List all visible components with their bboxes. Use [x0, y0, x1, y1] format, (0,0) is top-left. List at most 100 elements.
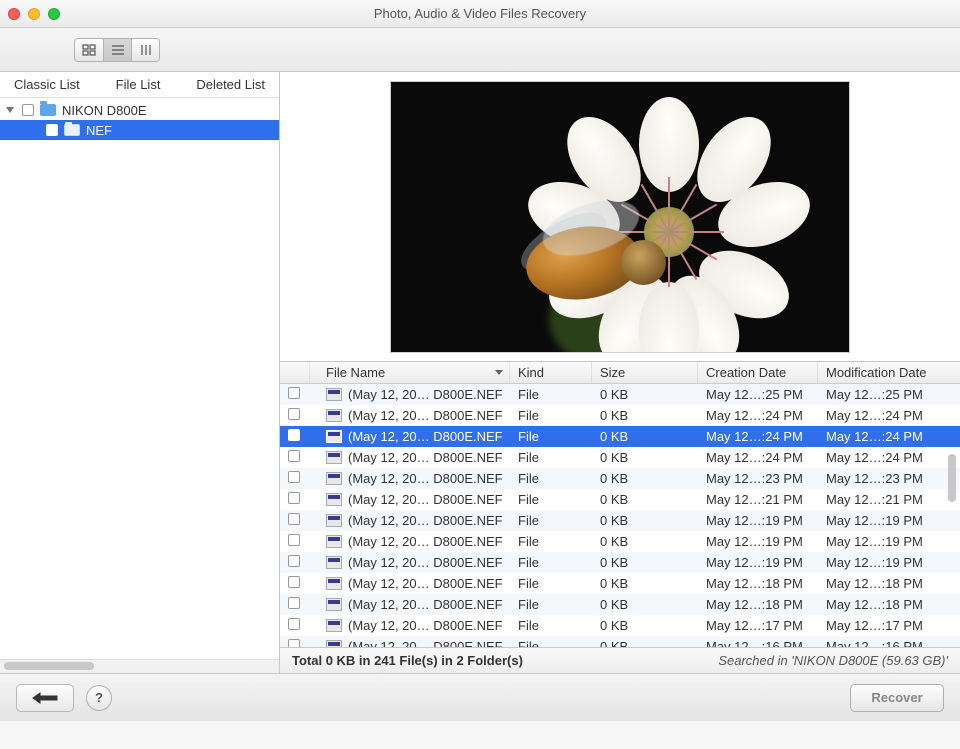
file-thumbnail-icon — [326, 640, 342, 647]
file-creation-date: May 12…:18 PM — [698, 597, 818, 612]
file-kind: File — [510, 597, 592, 612]
col-size[interactable]: Size — [592, 362, 698, 383]
file-creation-date: May 12…:19 PM — [698, 555, 818, 570]
table-row[interactable]: (May 12, 20… D800E.NEFFile0 KBMay 12…:18… — [280, 594, 960, 615]
file-kind: File — [510, 492, 592, 507]
row-checkbox[interactable] — [288, 618, 300, 630]
file-thumbnail-icon — [326, 514, 342, 527]
view-mode-group — [74, 38, 160, 62]
file-thumbnail-icon — [326, 388, 342, 401]
file-modification-date: May 12…:23 PM — [818, 471, 938, 486]
row-checkbox[interactable] — [288, 597, 300, 609]
tree-checkbox[interactable] — [22, 104, 34, 116]
row-checkbox[interactable] — [288, 576, 300, 588]
file-size: 0 KB — [592, 534, 698, 549]
main-area: Classic List File List Deleted List NIKO… — [0, 72, 960, 673]
file-modification-date: May 12…:17 PM — [818, 618, 938, 633]
help-button[interactable]: ? — [86, 685, 112, 711]
row-checkbox[interactable] — [288, 408, 300, 420]
file-creation-date: May 12…:24 PM — [698, 408, 818, 423]
row-checkbox[interactable] — [288, 471, 300, 483]
content-area: File Name Kind Size Creation Date Modifi… — [280, 72, 960, 673]
file-modification-date: May 12…:24 PM — [818, 408, 938, 423]
tree-label: NIKON D800E — [62, 103, 147, 118]
file-name: (May 12, 20… D800E.NEF — [348, 387, 503, 402]
file-creation-date: May 12…:25 PM — [698, 387, 818, 402]
file-kind: File — [510, 513, 592, 528]
tab-deleted-list[interactable]: Deleted List — [196, 77, 265, 92]
status-summary: Total 0 KB in 241 File(s) in 2 Folder(s) — [292, 653, 523, 668]
table-row[interactable]: (May 12, 20… D800E.NEFFile0 KBMay 12…:23… — [280, 468, 960, 489]
col-modification-date[interactable]: Modification Date — [818, 362, 938, 383]
file-name: (May 12, 20… D800E.NEF — [348, 429, 503, 444]
row-checkbox[interactable] — [288, 639, 300, 647]
file-size: 0 KB — [592, 576, 698, 591]
file-size: 0 KB — [592, 639, 698, 647]
view-columns-button[interactable] — [131, 39, 159, 61]
file-modification-date: May 12…:18 PM — [818, 576, 938, 591]
table-row[interactable]: (May 12, 20… D800E.NEFFile0 KBMay 12…:19… — [280, 531, 960, 552]
tree-row-nef[interactable]: NEF — [0, 120, 279, 140]
table-row[interactable]: (May 12, 20… D800E.NEFFile0 KBMay 12…:24… — [280, 447, 960, 468]
file-name: (May 12, 20… D800E.NEF — [348, 639, 503, 647]
zoom-icon[interactable] — [48, 8, 60, 20]
file-thumbnail-icon — [326, 409, 342, 422]
file-name: (May 12, 20… D800E.NEF — [348, 408, 503, 423]
table-row[interactable]: (May 12, 20… D800E.NEFFile0 KBMay 12…:19… — [280, 510, 960, 531]
row-checkbox[interactable] — [288, 513, 300, 525]
file-thumbnail-icon — [326, 619, 342, 632]
file-kind: File — [510, 471, 592, 486]
tree-checkbox[interactable] — [46, 124, 58, 136]
status-searched: Searched in 'NIKON D800E (59.63 GB)' — [718, 653, 948, 668]
minimize-icon[interactable] — [28, 8, 40, 20]
file-thumbnail-icon — [326, 430, 342, 443]
file-name: (May 12, 20… D800E.NEF — [348, 513, 503, 528]
table-row[interactable]: (May 12, 20… D800E.NEFFile0 KBMay 12…:16… — [280, 636, 960, 647]
recover-button[interactable]: Recover — [850, 684, 944, 712]
col-check[interactable] — [280, 362, 310, 383]
tab-classic-list[interactable]: Classic List — [14, 77, 80, 92]
file-kind: File — [510, 618, 592, 633]
view-list-button[interactable] — [103, 39, 131, 61]
file-size: 0 KB — [592, 408, 698, 423]
file-name: (May 12, 20… D800E.NEF — [348, 450, 503, 465]
arrow-left-icon — [32, 692, 58, 704]
file-kind: File — [510, 576, 592, 591]
window-controls — [8, 8, 60, 20]
preview-image — [390, 81, 850, 353]
file-modification-date: May 12…:18 PM — [818, 597, 938, 612]
back-button[interactable] — [16, 684, 74, 712]
preview-pane — [280, 72, 960, 362]
file-name: (May 12, 20… D800E.NEF — [348, 471, 503, 486]
table-scrollbar[interactable] — [948, 454, 958, 647]
row-checkbox[interactable] — [288, 492, 300, 504]
table-row[interactable]: (May 12, 20… D800E.NEFFile0 KBMay 12…:25… — [280, 384, 960, 405]
table-row[interactable]: (May 12, 20… D800E.NEFFile0 KBMay 12…:18… — [280, 573, 960, 594]
disclosure-triangle-icon[interactable] — [6, 107, 14, 113]
close-icon[interactable] — [8, 8, 20, 20]
row-checkbox[interactable] — [288, 555, 300, 567]
col-kind[interactable]: Kind — [510, 362, 592, 383]
file-modification-date: May 12…:19 PM — [818, 513, 938, 528]
file-table: File Name Kind Size Creation Date Modifi… — [280, 362, 960, 673]
row-checkbox[interactable] — [288, 450, 300, 462]
file-creation-date: May 12…:23 PM — [698, 471, 818, 486]
col-name[interactable]: File Name — [310, 362, 510, 383]
tab-file-list[interactable]: File List — [116, 77, 161, 92]
sidebar-scrollbar[interactable] — [0, 659, 279, 673]
table-row[interactable]: (May 12, 20… D800E.NEFFile0 KBMay 12…:24… — [280, 426, 960, 447]
table-row[interactable]: (May 12, 20… D800E.NEFFile0 KBMay 12…:19… — [280, 552, 960, 573]
window-title: Photo, Audio & Video Files Recovery — [0, 6, 960, 21]
file-thumbnail-icon — [326, 577, 342, 590]
table-row[interactable]: (May 12, 20… D800E.NEFFile0 KBMay 12…:21… — [280, 489, 960, 510]
row-checkbox[interactable] — [288, 429, 300, 441]
file-name: (May 12, 20… D800E.NEF — [348, 534, 503, 549]
view-icons-button[interactable] — [75, 39, 103, 61]
col-creation-date[interactable]: Creation Date — [698, 362, 818, 383]
table-row[interactable]: (May 12, 20… D800E.NEFFile0 KBMay 12…:17… — [280, 615, 960, 636]
tree-row-device[interactable]: NIKON D800E — [0, 100, 279, 120]
row-checkbox[interactable] — [288, 534, 300, 546]
table-row[interactable]: (May 12, 20… D800E.NEFFile0 KBMay 12…:24… — [280, 405, 960, 426]
row-checkbox[interactable] — [288, 387, 300, 399]
file-thumbnail-icon — [326, 493, 342, 506]
